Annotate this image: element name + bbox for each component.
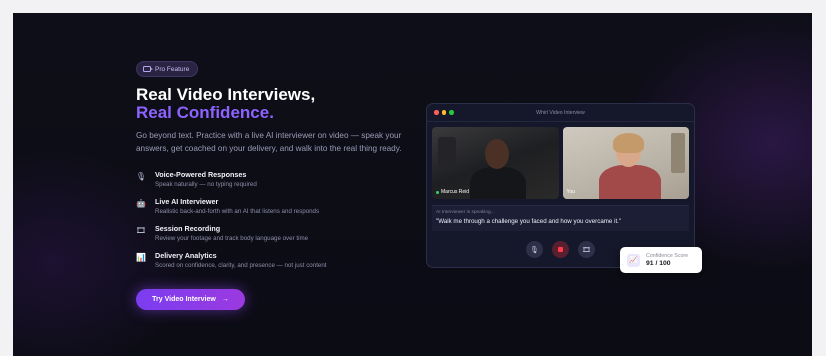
interview-question: "Walk me through a challenge you faced a…: [436, 218, 622, 225]
stop-record-icon: [558, 247, 563, 252]
feature-item-analytics: 📊 Delivery Analytics Scored on confidenc…: [136, 251, 416, 278]
cta-label: Try Video Interview: [152, 296, 216, 303]
chart-icon: 📈: [627, 253, 640, 267]
hero-panel: Pro Feature Real Video Interviews, Real …: [13, 13, 812, 356]
interviewer-avatar-body: [470, 167, 526, 199]
robot-icon: 🤖: [136, 198, 146, 208]
badge-label: Pro Feature: [155, 65, 190, 73]
arrow-right-icon: →: [221, 296, 229, 303]
feature-title: Delivery Analytics: [155, 251, 217, 260]
feature-subtitle: Scored on confidence, clarity, and prese…: [155, 262, 327, 269]
film-icon: 🎞: [582, 246, 591, 254]
bar-chart-icon: 📊: [136, 252, 146, 262]
score-label: Confidence Score: [646, 253, 689, 259]
hero-title-line1: Real Video Interviews,: [136, 85, 316, 104]
interviewer-prompt: AI Interviewer is speaking... "Walk me t…: [432, 205, 689, 231]
video-tile-interviewer: Marcus Reid: [432, 127, 559, 199]
interviewer-avatar-head: [485, 139, 509, 169]
pro-feature-badge: Pro Feature: [136, 61, 199, 77]
participant-label: Marcus Reid: [436, 189, 469, 195]
stop-recording-button[interactable]: [552, 241, 569, 258]
microphone-icon: 🎙: [530, 246, 539, 254]
score-value: 91 / 100: [646, 260, 671, 267]
self-avatar-body: [598, 165, 661, 199]
try-video-interview-button[interactable]: Try Video Interview →: [136, 289, 245, 310]
feature-item-voice: 🎙 Voice-Powered Responses Speak naturall…: [136, 170, 416, 197]
feature-subtitle: Review your footage and track body langu…: [155, 235, 309, 242]
confidence-score-card: 📈 Confidence Score 91 / 100: [620, 247, 702, 273]
video-tiles: Marcus Reid You: [432, 127, 689, 199]
recording-button[interactable]: 🎞: [578, 241, 595, 258]
hero-title: Real Video Interviews, Real Confidence.: [136, 86, 436, 122]
video-interview-window: Whirl Video Interview Marcus Reid You AI…: [426, 103, 695, 268]
feature-title: Voice-Powered Responses: [155, 170, 247, 179]
microphone-button[interactable]: 🎙: [526, 241, 543, 258]
window-titlebar: Whirl Video Interview: [427, 104, 694, 122]
feature-title: Live AI Interviewer: [155, 197, 219, 206]
video-camera-icon: [143, 66, 153, 72]
speaking-status: AI Interviewer is speaking...: [436, 210, 495, 215]
feature-subtitle: Speak naturally — no typing required: [155, 181, 257, 188]
feature-subtitle: Realistic back-and-forth with an AI that…: [155, 208, 320, 215]
hero-title-line2: Real Confidence.: [136, 103, 274, 122]
film-icon: 🎞: [135, 225, 147, 235]
participant-name: You: [566, 189, 575, 195]
video-tile-self: You: [562, 127, 689, 199]
feature-item-recording: 🎞 Session Recording Review your footage …: [136, 224, 416, 251]
window-title: Whirl Video Interview: [536, 109, 585, 116]
microphone-icon: 🎙: [135, 171, 147, 181]
participant-name: Marcus Reid: [441, 189, 470, 195]
live-indicator-icon: [436, 190, 439, 194]
bookshelf-prop: [671, 133, 685, 173]
hero-description: Go beyond text. Practice with a live AI …: [136, 131, 402, 153]
self-avatar-hair: [612, 133, 644, 153]
camera-prop: [438, 137, 456, 167]
feature-title: Session Recording: [155, 224, 221, 233]
feature-item-ai-interviewer: 🤖 Live AI Interviewer Realistic back-and…: [136, 197, 416, 224]
feature-list: 🎙 Voice-Powered Responses Speak naturall…: [136, 170, 416, 278]
participant-label: You: [567, 189, 575, 195]
